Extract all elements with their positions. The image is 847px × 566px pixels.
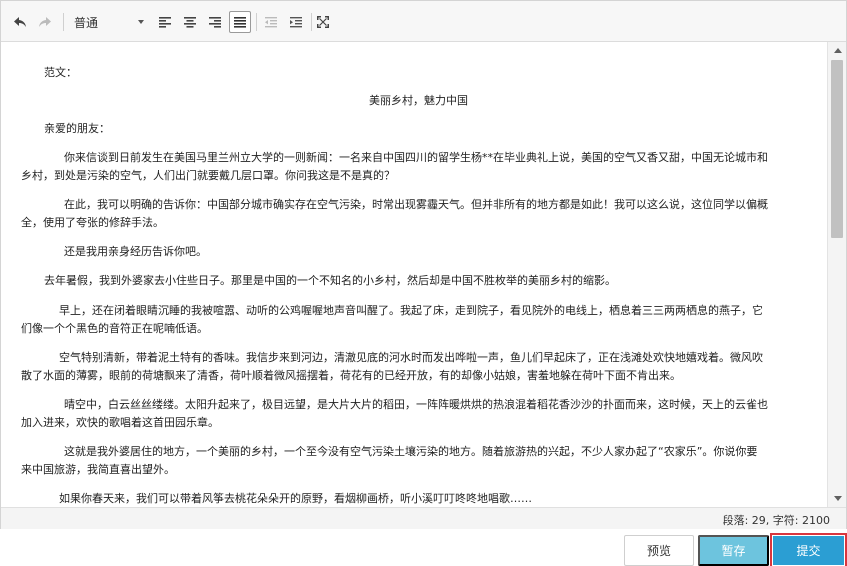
toolbar-divider	[63, 13, 64, 31]
paragraph-line: 这就是我外婆居住的地方，一个美丽的乡村，一个至今没有空气污染土壤污染的地方。随着…	[64, 445, 758, 458]
editor-content[interactable]: 范文： 美丽乡村，魅力中国 亲爱的朋友： 你来信谈到日前发生在美国马里兰州立大学…	[1, 42, 827, 507]
paragraph-line: 如果你春天来，我们可以带着风筝去桃花朵朵开的原野，看烟柳画桥，听小溪叮叮咚咚地唱…	[59, 492, 532, 505]
align-justify-icon[interactable]	[229, 11, 251, 33]
scrollbar-thumb[interactable]	[831, 60, 843, 238]
paragraph-line: 晴空中，白云丝丝缕缕。太阳升起来了，极目远望，是大片大片的稻田，一阵阵暖烘烘的热…	[64, 398, 768, 411]
essay-greeting: 亲爱的朋友：	[44, 122, 110, 135]
paragraph-line: 们像一个个黑色的音符正在呢喃低语。	[21, 322, 208, 335]
paragraph-line: 全，使用了夸张的修辞手法。	[21, 216, 164, 229]
paragraph-line: 空气特别清新，带着泥土特有的香味。我信步来到河边，清澈见底的河水时而发出哗啦一声…	[59, 351, 763, 364]
paragraph-line: 来中国旅游，我简直喜出望外。	[21, 463, 175, 476]
paragraph-line: 你来信谈到日前发生在美国马里兰州立大学的一则新闻：一名来自中国四川的留学生杨**…	[64, 151, 768, 164]
toolbar-divider	[256, 13, 257, 31]
indent-icon[interactable]	[285, 11, 307, 33]
save-draft-button[interactable]: 暂存	[698, 535, 769, 566]
align-left-icon[interactable]	[154, 11, 176, 33]
chevron-down-icon	[138, 20, 144, 24]
paragraph-line: 在此，我可以明确的告诉你：中国部分城市确实存在空气污染，时常出现雾霾天气。但并非…	[64, 198, 768, 211]
paragraph-line: 乡村，到处是污染的空气，人们出门就要戴几层口罩。你问我这是不是真的？	[21, 169, 395, 182]
redo-icon[interactable]	[34, 11, 56, 33]
submit-button[interactable]: 提交	[770, 533, 847, 566]
scroll-down-arrow-icon[interactable]	[834, 496, 842, 501]
format-select-value: 普通	[74, 15, 99, 30]
paragraph-line: 加入进来，欢快的歌唱着这首田园乐章。	[21, 416, 219, 429]
essay-title: 美丽乡村，魅力中国	[369, 94, 468, 107]
fullscreen-icon[interactable]	[312, 11, 334, 33]
paragraph-line: 散了水面的薄雾，眼前的荷塘飘来了清香，荷叶顺着微风摇摆着，荷花有的已经开放，有的…	[21, 369, 681, 382]
paragraph-line: 去年暑假，我到外婆家去小住些日子。那里是中国的一个不知名的小乡村，然后却是中国不…	[44, 274, 616, 287]
undo-icon[interactable]	[9, 11, 31, 33]
paragraph-format-select[interactable]: 普通	[71, 11, 147, 33]
paragraph-line: 还是我用亲身经历告诉你吧。	[64, 245, 207, 258]
scroll-up-arrow-icon[interactable]	[834, 48, 842, 53]
paragraph-line: 早上，还在闭着眼睛沉睡的我被喧嚣、动听的公鸡喔喔地声音叫醒了。我起了床，走到院子…	[59, 304, 763, 317]
align-right-icon[interactable]	[204, 11, 226, 33]
editor-statusbar: 段落: 29, 字符: 2100	[1, 507, 846, 529]
preview-button[interactable]: 预览	[624, 535, 694, 566]
outdent-icon[interactable]	[260, 11, 282, 33]
rich-text-editor: 普通 范文： 美丽乡村，魅力中国 亲爱的朋友： 你来信谈到日前发生在美国马里兰州…	[0, 0, 847, 529]
vertical-scrollbar[interactable]	[827, 42, 846, 507]
essay-label: 范文：	[44, 66, 77, 79]
word-count: 段落: 29, 字符: 2100	[722, 514, 830, 527]
align-center-icon[interactable]	[179, 11, 201, 33]
editor-toolbar: 普通	[1, 1, 846, 42]
